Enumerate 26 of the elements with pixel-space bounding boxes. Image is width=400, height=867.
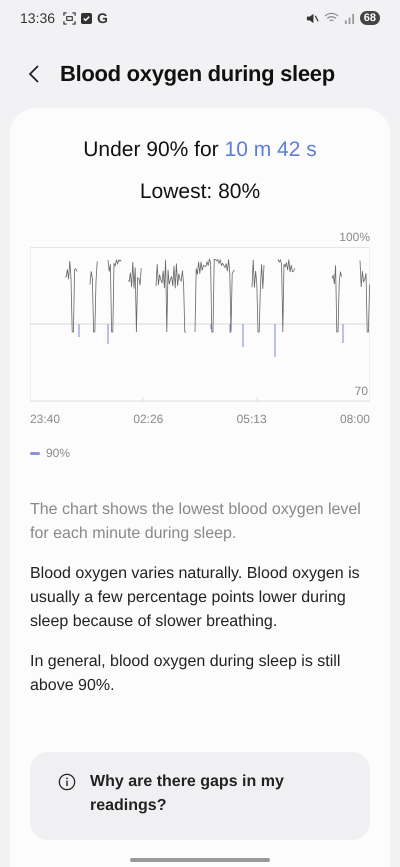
- lowest-value: Lowest: 80%: [138, 180, 262, 204]
- chart-caption: The chart shows the lowest blood oxygen level for each minute during sleep.: [30, 500, 362, 544]
- info-icon: [58, 773, 76, 791]
- legend-marker: [30, 452, 40, 454]
- mute-icon: [306, 12, 319, 24]
- notification-letter: G: [97, 10, 108, 26]
- axis-label: 08:00: [340, 412, 370, 426]
- wifi-icon: [324, 12, 339, 24]
- summary-line: Under 90% for 10 m 42 s: [82, 138, 318, 162]
- screenshot-icon: [63, 12, 76, 24]
- checkbox-icon: [81, 12, 92, 24]
- back-icon: [28, 64, 40, 84]
- faq-question: Why are there gaps in my readings?: [90, 772, 285, 816]
- battery-level: 68: [360, 11, 380, 25]
- status-time: 13:36: [20, 10, 56, 26]
- page-title: Blood oxygen during sleep: [60, 61, 335, 87]
- axis-label: 05:13: [236, 412, 267, 426]
- axis-label: 02:26: [133, 412, 164, 426]
- axis-label: 100%: [339, 230, 370, 244]
- info-paragraph: Blood oxygen varies naturally. Blood oxygen is usually a few percentage points lower during sleep because of slower breathing.: [30, 564, 361, 632]
- axis-label: 23:40: [30, 412, 60, 426]
- signal-icon: [344, 12, 355, 24]
- faq-card[interactable]: Why are there gaps in my readings?: [30, 752, 370, 840]
- legend-label: 90%: [46, 446, 70, 460]
- axis-label: 70: [354, 384, 368, 398]
- info-paragraph: In general, blood oxygen during sleep is still above 90%.: [30, 652, 342, 696]
